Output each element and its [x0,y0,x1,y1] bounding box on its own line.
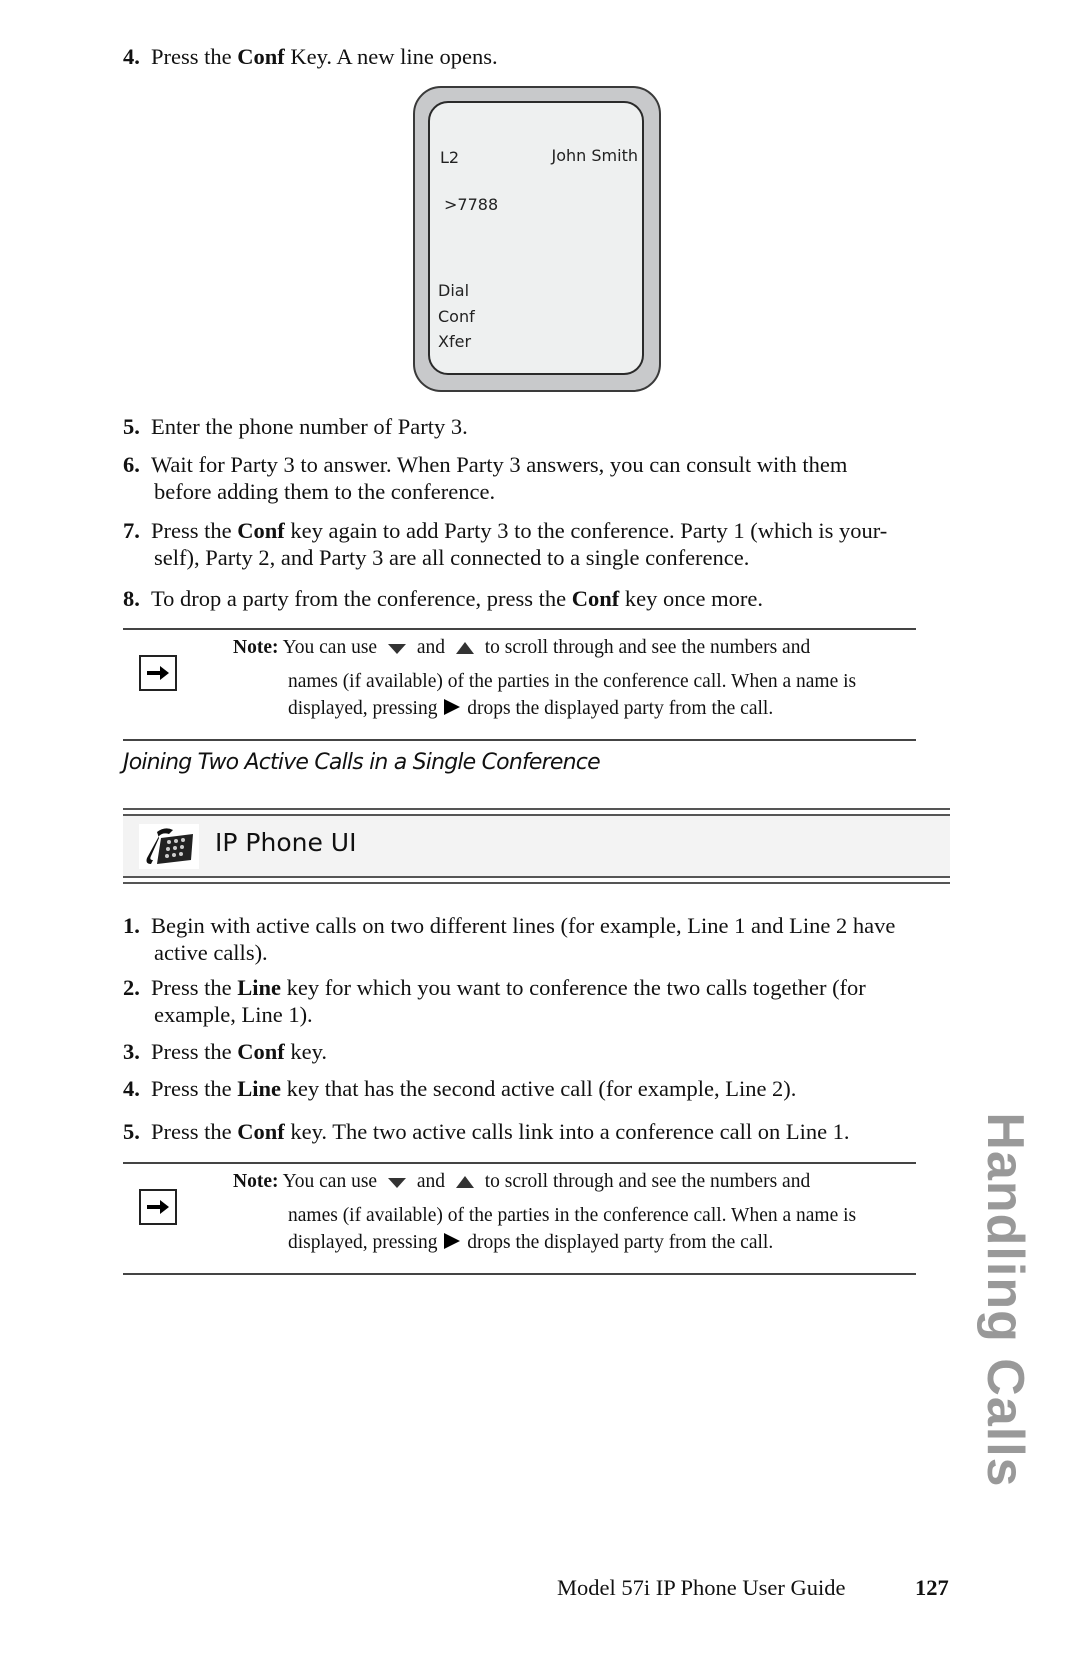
phone-display-illustration: L2 John Smith >7788 Dial Conf Xfer [413,86,661,392]
divider [123,1273,916,1275]
step-b-1: 1. Begin with active calls on two differe… [123,913,896,965]
step-b-3: 3. Press the Conf key. [123,1039,328,1064]
desk-phone-icon [139,824,199,869]
step-b-5: 5. Press the Conf key. The two active cal… [123,1119,850,1144]
scroll-up-icon [455,1169,474,1196]
softkey-conf: Conf [438,307,475,326]
note-text: Note: You can use and to scroll through … [233,634,913,723]
divider [123,739,916,741]
dialed-number: >7788 [444,195,499,214]
divider [123,808,950,810]
softkey-xfer: Xfer [438,332,472,351]
scroll-up-icon [455,635,474,662]
note-arrow-icon [139,655,177,691]
section-heading: Joining Two Active Calls in a Single Con… [123,750,601,775]
play-right-icon [444,696,461,723]
divider [123,876,950,878]
scroll-down-icon [387,1169,406,1196]
caller-name: John Smith [551,146,638,165]
step-b-2: 2. Press the Line key for which you want … [123,975,866,1027]
step-8: 8. To drop a party from the conference, p… [123,586,763,611]
play-right-icon [444,1230,461,1257]
chapter-side-tab: Handling Calls [976,1112,1034,1488]
step-5: 5. Enter the phone number of Party 3. [123,414,468,439]
note-arrow-icon [139,1189,177,1225]
footer-guide-title: Model 57i IP Phone User Guide [557,1575,846,1600]
step-number: 4. [123,44,140,69]
ip-phone-ui-header: IP Phone UI [123,808,950,886]
divider [123,882,950,884]
note-text: Note: You can use and to scroll through … [233,1168,913,1257]
phone-screen: L2 John Smith >7788 Dial Conf Xfer [428,101,644,375]
softkey-dial: Dial [438,281,470,300]
scroll-down-icon [387,635,406,662]
ui-header-title: IP Phone UI [215,828,357,857]
step-b-4: 4. Press the Line key that has the second… [123,1076,797,1101]
step-6: 6. Wait for Party 3 to answer. When Party… [123,452,848,504]
step-7: 7. Press the Conf key again to add Party … [123,518,888,570]
note-block: Note: You can use and to scroll through … [123,1164,916,1274]
note-block: Note: You can use and to scroll through … [123,630,916,740]
step-4-conf-key: 4. Press the Conf Key. A new line opens. [123,44,498,69]
page-number: 127 [915,1575,949,1600]
line-label: L2 [440,148,460,167]
